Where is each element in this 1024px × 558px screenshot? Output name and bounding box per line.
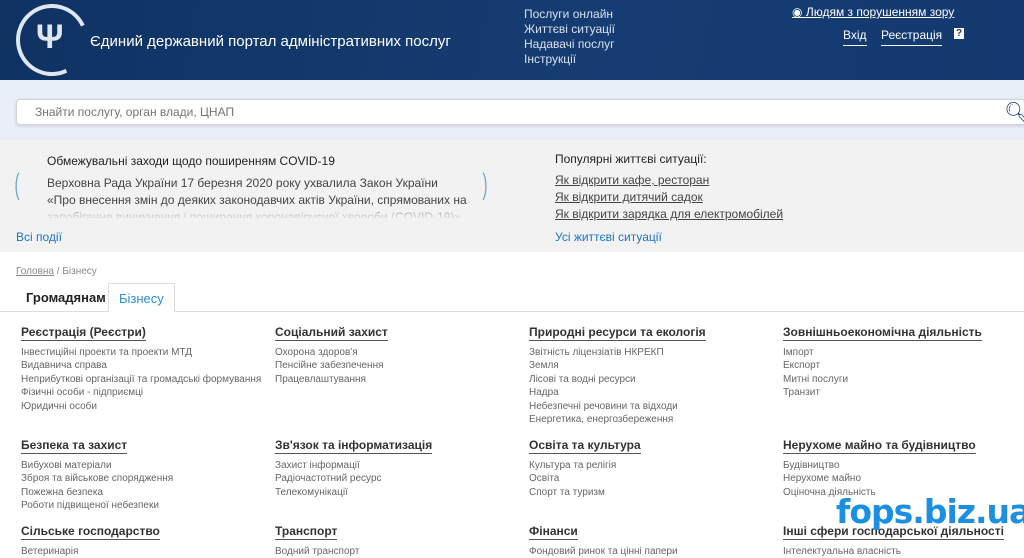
popular-item[interactable]: Як відкрити кафе, ресторан bbox=[555, 173, 709, 187]
category-link[interactable]: Роботи підвищеної небезпеки bbox=[21, 499, 271, 512]
category-title[interactable]: Фінанси bbox=[529, 524, 578, 540]
category-link[interactable]: Працевлаштування bbox=[275, 373, 525, 386]
category-link[interactable]: Захист інформації bbox=[275, 459, 525, 472]
category-link[interactable]: Юридичні особи bbox=[21, 400, 271, 413]
category-link[interactable]: Ветеринарія bbox=[21, 545, 271, 558]
breadcrumb-sep: / bbox=[56, 266, 60, 277]
category-title[interactable]: Освіта та культура bbox=[529, 438, 641, 454]
popular-item[interactable]: Як відкрити зарядка для електромобілей bbox=[555, 207, 783, 221]
category-link[interactable]: Зброя та військове спорядження bbox=[21, 472, 271, 485]
category-link[interactable]: Будівництво bbox=[783, 459, 1024, 472]
accessibility-link[interactable]: ◉ Людям з порушенням зору bbox=[792, 5, 954, 19]
category-link[interactable]: Вибухові матеріали bbox=[21, 459, 271, 472]
top-nav: Послуги онлайн Життєві ситуації Надавачі… bbox=[524, 7, 615, 67]
nav-life-situations[interactable]: Життєві ситуації bbox=[524, 22, 615, 37]
category-link[interactable]: Охорона здоров'я bbox=[275, 346, 525, 359]
site-title[interactable]: Єдиний державний портал адміністративних… bbox=[90, 33, 451, 50]
category-link[interactable]: Телекомунікації bbox=[275, 486, 525, 499]
site-header: Ψ Єдиний державний портал адміністративн… bbox=[0, 0, 1024, 87]
register-link[interactable]: Реєстрація bbox=[881, 28, 943, 46]
breadcrumb-home[interactable]: Головна bbox=[16, 266, 54, 277]
nav-providers[interactable]: Надавачі послуг bbox=[524, 37, 615, 52]
chevron-right-icon[interactable]: ) bbox=[483, 168, 488, 202]
category-title[interactable]: Сільське господарство bbox=[21, 524, 160, 540]
category-link[interactable]: Лісові та водні ресурси bbox=[529, 373, 779, 386]
category-link[interactable]: Енергетика, енергозбереження bbox=[529, 413, 779, 426]
category-block: Реєстрація (Реєстри) Інвестиційні проекти… bbox=[21, 323, 271, 413]
login-link[interactable]: Вхід bbox=[843, 28, 867, 46]
category-title[interactable]: Соціальний захист bbox=[275, 325, 388, 341]
help-icon[interactable]: ? bbox=[954, 28, 964, 39]
category-title[interactable]: Нерухоме майно та будівництво bbox=[783, 438, 976, 454]
category-block: Освіта та культура Культура та релігія Осв… bbox=[529, 436, 779, 499]
category-title[interactable]: Реєстрація (Реєстри) bbox=[21, 325, 146, 341]
category-link[interactable]: Фондовий ринок та цінні папери bbox=[529, 545, 779, 558]
popular-item[interactable]: Як відкрити дитячий садок bbox=[555, 190, 703, 204]
category-link[interactable]: Пенсійне забезпечення bbox=[275, 359, 525, 372]
category-link[interactable]: Транзит bbox=[783, 386, 1024, 399]
category-link[interactable]: Земля bbox=[529, 359, 779, 372]
search-input[interactable] bbox=[16, 99, 1024, 125]
category-link[interactable]: Освіта bbox=[529, 472, 779, 485]
category-block: Фінанси Фондовий ринок та цінні папери bbox=[529, 522, 779, 558]
category-block: Сільське господарство Ветеринарія bbox=[21, 522, 271, 558]
category-block: Нерухоме майно та будівництво Будівництво… bbox=[783, 436, 1024, 499]
category-link[interactable]: Фізичні особи - підприємці bbox=[21, 386, 271, 399]
breadcrumb: Головна / Бізнесу bbox=[16, 266, 97, 277]
tab-citizens[interactable]: Громадянам bbox=[16, 283, 116, 312]
category-link[interactable]: Культура та релігія bbox=[529, 459, 779, 472]
category-link[interactable]: Звітність ліцензіатів НКРЕКП bbox=[529, 346, 779, 359]
category-block: Природні ресурси та екологія Звітність лі… bbox=[529, 323, 779, 426]
trident-logo-icon[interactable]: Ψ bbox=[36, 18, 64, 57]
category-link[interactable]: Надра bbox=[529, 386, 779, 399]
search-icon[interactable]: 🔍︎ bbox=[1004, 100, 1024, 125]
nav-instructions[interactable]: Інструкції bbox=[524, 52, 615, 67]
popular-title: Популярні життєві ситуації: bbox=[555, 152, 707, 166]
category-link[interactable]: Радіочастотний ресурс bbox=[275, 472, 525, 485]
category-title[interactable]: Транспорт bbox=[275, 524, 338, 540]
category-block: Зовнішньоекономічна діяльність Імпорт Експ… bbox=[783, 323, 1024, 400]
category-block: Зв'язок та інформатизація Захист інформац… bbox=[275, 436, 525, 499]
category-link[interactable]: Неприбуткові організації та громадські ф… bbox=[21, 373, 271, 386]
breadcrumb-current: Бізнесу bbox=[62, 266, 97, 277]
category-title[interactable]: Зовнішньоекономічна діяльність bbox=[783, 325, 982, 341]
category-link[interactable]: Водний транспорт bbox=[275, 545, 525, 558]
category-link[interactable]: Інвестиційні проекти та проекти МТД bbox=[21, 346, 271, 359]
all-events-link[interactable]: Всі події bbox=[16, 230, 62, 244]
chevron-left-icon[interactable]: ( bbox=[15, 168, 20, 202]
eye-icon: ◉ bbox=[792, 5, 803, 19]
category-title[interactable]: Зв'язок та інформатизація bbox=[275, 438, 433, 454]
tab-business[interactable]: Бізнесу bbox=[108, 283, 175, 312]
category-link[interactable]: Нерухоме майно bbox=[783, 472, 1024, 485]
category-link[interactable]: Видавнича справа bbox=[21, 359, 271, 372]
news-title[interactable]: Обмежувальні заходи щодо поширенням COVI… bbox=[47, 154, 335, 168]
category-link[interactable]: Пожежна безпека bbox=[21, 486, 271, 499]
category-link[interactable]: Небезпечні речовини та відходи bbox=[529, 400, 779, 413]
category-link[interactable]: Імпорт bbox=[783, 346, 1024, 359]
nav-services-online[interactable]: Послуги онлайн bbox=[524, 7, 615, 22]
news-fade bbox=[47, 206, 467, 220]
category-link[interactable]: Інтелектуальна власність bbox=[783, 545, 1024, 558]
all-situations-link[interactable]: Усі життєві ситуації bbox=[555, 230, 662, 244]
category-link[interactable]: Спорт та туризм bbox=[529, 486, 779, 499]
category-link[interactable]: Експорт bbox=[783, 359, 1024, 372]
accessibility-label: Людям з порушенням зору bbox=[805, 5, 955, 19]
watermark: fops.biz.ua bbox=[836, 492, 1024, 531]
category-link[interactable]: Митні послуги bbox=[783, 373, 1024, 386]
category-title[interactable]: Природні ресурси та екологія bbox=[529, 325, 706, 341]
category-block: Безпека та захист Вибухові матеріали Зброя… bbox=[21, 436, 271, 513]
category-title[interactable]: Безпека та захист bbox=[21, 438, 128, 454]
category-block: Соціальний захист Охорона здоров'я Пенсійн… bbox=[275, 323, 525, 386]
category-block: Транспорт Водний транспорт bbox=[275, 522, 525, 558]
